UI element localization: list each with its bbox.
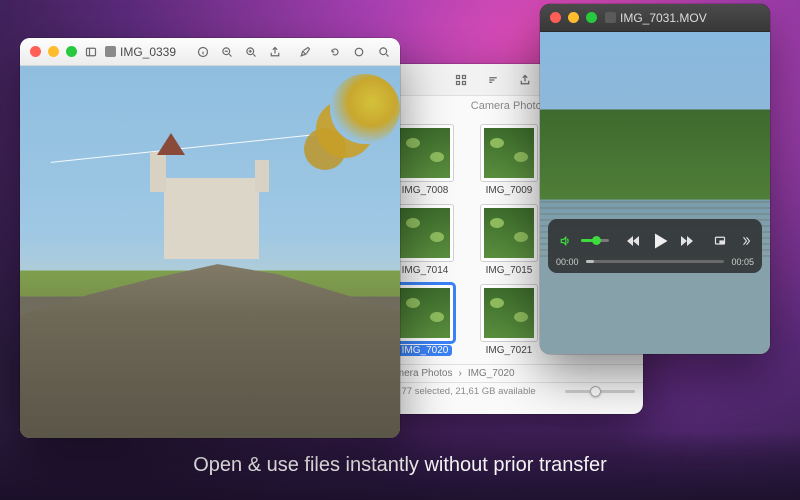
time-total: 00:05 [731,257,754,267]
quicktime-titlebar[interactable]: IMG_7031.MOV [540,4,770,32]
maximize-icon[interactable] [586,12,597,23]
share-button[interactable] [264,42,286,62]
preview-content [20,66,400,438]
play-button[interactable] [649,230,671,252]
caption-text: Open & use files instantly without prior… [193,454,607,477]
scrub-bar[interactable] [586,260,725,263]
status-bar: 1 of 77 selected, 21,61 GB available [375,382,643,400]
thumb-label: IMG_7014 [402,265,449,276]
window-title: IMG_7031.MOV [605,11,707,25]
share-button[interactable] [514,70,536,90]
file-icon [105,46,116,57]
window-controls[interactable] [550,12,597,23]
search-button[interactable] [378,42,390,62]
forward-button[interactable] [678,232,696,250]
minimize-icon[interactable] [568,12,579,23]
time-current: 00:00 [556,257,579,267]
pip-button[interactable] [711,232,729,250]
video-content[interactable]: 00:00 00:05 [540,32,770,354]
close-icon[interactable] [30,46,41,57]
info-button[interactable] [192,42,214,62]
minimize-icon[interactable] [48,46,59,57]
expand-button[interactable] [736,232,754,250]
quicktime-window: IMG_7031.MOV 00:00 00:05 [540,4,770,354]
thumb-label: IMG_7009 [486,185,533,196]
rewind-button[interactable] [624,232,642,250]
thumb-label: IMG_7015 [486,265,533,276]
volume-slider[interactable] [581,239,609,242]
movie-icon [605,12,616,23]
image-preview [20,66,400,438]
sidebar-toggle-button[interactable] [85,42,97,62]
window-title: IMG_0339 [105,45,176,59]
zoom-in-button[interactable] [240,42,262,62]
mute-button[interactable] [556,232,574,250]
path-bar[interactable]: Camera Photos › IMG_7020 [375,364,643,382]
thumb-item[interactable]: IMG_7015 [471,204,547,276]
rotate-button[interactable] [324,42,346,62]
status-text: 1 of 77 selected, 21,61 GB available [383,386,536,397]
view-mode-button[interactable] [450,70,472,90]
crop-button[interactable] [348,42,370,62]
zoom-out-button[interactable] [216,42,238,62]
thumb-label: IMG_7020 [398,345,453,356]
window-controls[interactable] [30,46,77,57]
chevron-right-icon: › [458,368,461,379]
thumb-label: IMG_7021 [486,345,533,356]
markup-button[interactable] [294,42,316,62]
preview-window: IMG_0339 [20,38,400,438]
maximize-icon[interactable] [66,46,77,57]
marketing-caption: Open & use files instantly without prior… [0,430,800,500]
path-item[interactable]: IMG_7020 [468,368,515,379]
sort-button[interactable] [482,70,504,90]
thumb-item[interactable]: IMG_7021 [471,284,547,356]
preview-titlebar[interactable]: IMG_0339 [20,38,400,66]
thumb-label: IMG_7008 [402,185,449,196]
thumb-item[interactable]: IMG_7009 [471,124,547,196]
playback-controls: 00:00 00:05 [548,219,762,273]
close-icon[interactable] [550,12,561,23]
zoom-slider[interactable] [565,390,635,393]
